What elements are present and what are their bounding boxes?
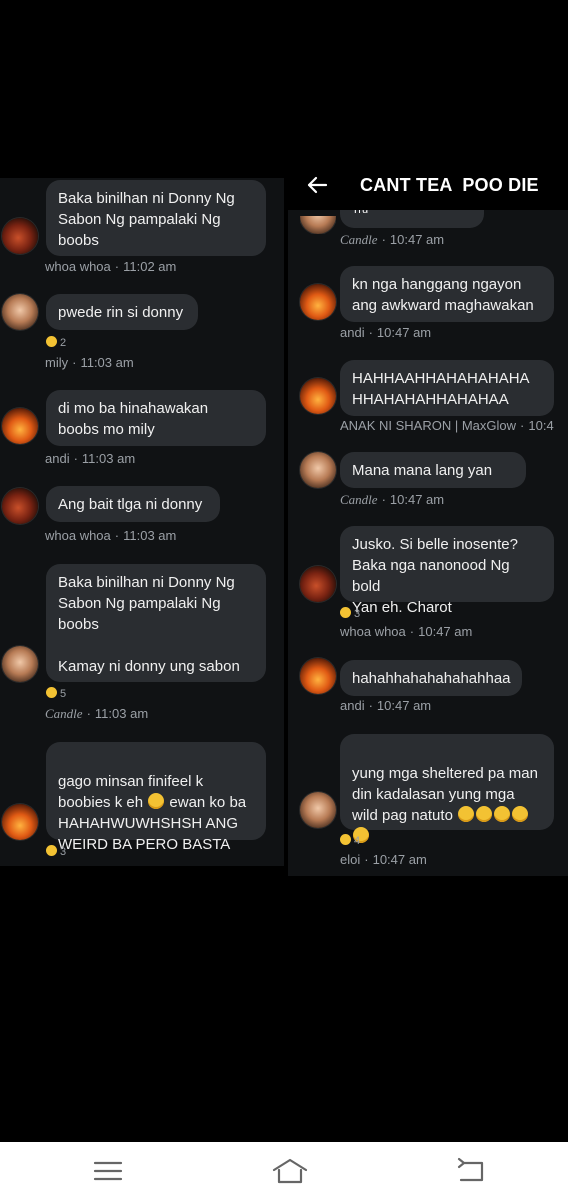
avatar[interactable] <box>300 284 336 320</box>
avatar[interactable] <box>300 658 336 694</box>
sender-name: whoa whoa <box>340 624 406 639</box>
sender-name: ANAK NI SHARON | MaxGlow <box>340 418 517 433</box>
sender-name: whoa whoa <box>45 259 111 274</box>
message-meta: ANAK NI SHARON | MaxGlow · 10:4 <box>340 418 554 433</box>
message-time: 11:03 am <box>80 355 134 370</box>
message-time: 10:4 <box>528 418 554 433</box>
chat-header: CANT TEA POO DIE <box>288 162 568 210</box>
message-meta: mily · 11:03 am <box>45 355 134 370</box>
message-meta: andi · 11:03 am <box>45 451 136 466</box>
laughing-emoji-icon <box>340 607 351 618</box>
message-bubble[interactable]: Ang bait tlga ni donny <box>46 486 220 522</box>
message-meta: Candle · 11:03 am <box>45 706 149 721</box>
message-time: 11:03 am <box>123 528 177 543</box>
reaction-count[interactable]: 4 <box>340 834 360 847</box>
message-meta: eloi · 10:47 am <box>340 852 427 867</box>
message-time: 11:02 am <box>123 259 177 274</box>
home-icon[interactable] <box>270 1156 310 1186</box>
message-time: 11:03 am <box>81 451 136 466</box>
system-nav-bar <box>0 1142 568 1200</box>
message-bubble[interactable]: pwede rin si donny <box>46 294 198 330</box>
message-meta: Candle · 10:47 am <box>340 492 445 507</box>
sender-name: Candle <box>340 232 378 247</box>
message-time: 11:03 am <box>94 706 149 721</box>
message-bubble[interactable]: yung mga sheltered pa man din kadalasan … <box>340 734 554 843</box>
message-bubble[interactable]: Jusko. Si belle inosente? Baka nga nanon… <box>340 526 554 616</box>
reaction-count[interactable]: 5 <box>46 687 66 700</box>
smiling-face-icon <box>476 806 493 822</box>
sender-name: Candle <box>340 492 378 507</box>
right-chat-panel: Tru Candle · 10:47 am kn nga hanggang ngay… <box>288 162 568 876</box>
reaction-count[interactable]: 3 <box>46 845 66 858</box>
sender-name: whoa whoa <box>45 528 111 543</box>
left-chat-panel: Baka binilhan ni Donny Ng Sabon Ng pampa… <box>0 178 284 866</box>
message-time: 10:47 am <box>389 492 445 507</box>
laughing-emoji-icon <box>46 687 57 698</box>
message-time: 10:47 am <box>376 325 432 340</box>
laughing-emoji-icon <box>46 845 57 856</box>
return-icon[interactable] <box>452 1156 492 1186</box>
arrow-left-icon[interactable] <box>306 174 328 196</box>
avatar[interactable] <box>300 566 336 602</box>
message-bubble[interactable]: Mana mana lang yan <box>340 452 526 488</box>
message-time: 10:47 am <box>376 698 432 713</box>
crying-face-icon <box>148 793 165 809</box>
laughing-emoji-icon <box>46 336 57 347</box>
message-meta: whoa whoa · 11:03 am <box>45 528 177 543</box>
message-meta: whoa whoa · 10:47 am <box>340 624 473 639</box>
message-bubble[interactable]: Baka binilhan ni Donny Ng Sabon Ng pampa… <box>46 564 266 682</box>
message-bubble[interactable]: gago minsan finifeel k boobies k eh ewan… <box>46 742 266 853</box>
message-bubble[interactable]: hahahhahahahahahhaa <box>340 660 522 696</box>
avatar[interactable] <box>2 408 38 444</box>
message-bubble[interactable]: Baka binilhan ni Donny Ng Sabon Ng pampa… <box>46 180 266 256</box>
smiling-face-icon <box>458 806 475 822</box>
message-meta: andi · 10:47 am <box>340 325 432 340</box>
message-meta: andi · 10:47 am <box>340 698 432 713</box>
avatar[interactable] <box>300 378 336 414</box>
laughing-emoji-icon <box>340 834 351 845</box>
sender-name: Candle <box>45 706 83 721</box>
message-bubble[interactable]: kn nga hanggang ngayon ang awkward magha… <box>340 266 554 322</box>
sender-name: andi <box>45 451 70 466</box>
chat-title: CANT TEA POO DIE <box>360 175 539 195</box>
sender-name: andi <box>340 698 365 713</box>
sender-name: andi <box>340 325 365 340</box>
message-bubble[interactable]: di mo ba hinahawakan boobs mo mily <box>46 390 266 446</box>
reaction-count[interactable]: 3 <box>340 607 360 620</box>
message-time: 10:47 am <box>418 624 473 639</box>
avatar[interactable] <box>2 218 38 254</box>
reaction-count[interactable]: 2 <box>46 336 66 349</box>
avatar[interactable] <box>300 452 336 488</box>
message-meta: Candle · 10:47 am <box>340 232 445 247</box>
avatar[interactable] <box>2 488 38 524</box>
message-time: 10:47 am <box>389 232 445 247</box>
message-bubble[interactable]: HAHHAAHHAHAHAHAHA HHAHAHAHHAHAHAA <box>340 360 554 416</box>
avatar[interactable] <box>2 646 38 682</box>
sender-name: mily <box>45 355 69 370</box>
avatar[interactable] <box>300 792 336 828</box>
smiling-face-icon <box>512 806 529 822</box>
message-meta: whoa whoa · 11:02 am <box>45 259 177 274</box>
hamburger-icon[interactable] <box>88 1156 128 1186</box>
smiling-face-icon <box>494 806 511 822</box>
avatar[interactable] <box>2 294 38 330</box>
sender-name: eloi <box>340 852 361 867</box>
message-time: 10:47 am <box>372 852 427 867</box>
avatar[interactable] <box>2 804 38 840</box>
